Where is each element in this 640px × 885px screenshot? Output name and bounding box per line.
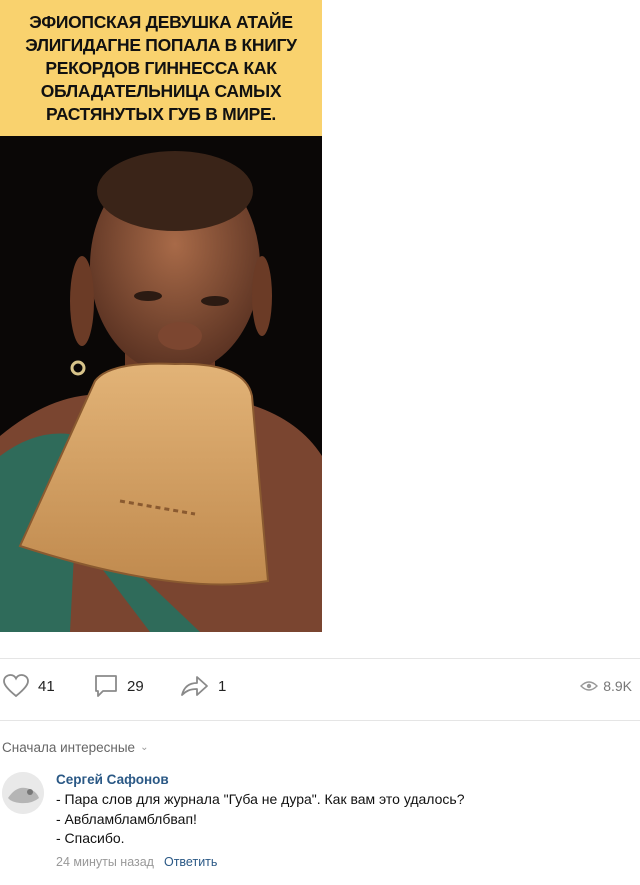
avatar[interactable]	[2, 772, 44, 814]
woman-photo	[0, 136, 322, 632]
comment-line: - Спасибо.	[56, 830, 125, 846]
views-count: 8.9K	[603, 678, 632, 694]
comment-item: Сергей Сафонов - Пара слов для журнала "…	[0, 770, 640, 880]
comment-timestamp[interactable]: 24 минуты назад	[56, 855, 154, 869]
post-actions: 41 29 1 8.9K	[0, 668, 640, 704]
share-button[interactable]: 1	[180, 674, 226, 698]
post-caption-banner: ЭФИОПСКАЯ ДЕВУШКА АТАЙЕ ЭЛИГИДАГНЕ ПОПАЛ…	[0, 0, 322, 136]
sort-label: Сначала интересные	[2, 740, 136, 755]
comment-count: 29	[127, 677, 144, 695]
share-icon	[181, 676, 208, 696]
reply-button[interactable]: Ответить	[164, 855, 217, 869]
comment-author-link[interactable]: Сергей Сафонов	[56, 770, 465, 790]
share-count: 1	[218, 677, 227, 695]
heart-icon	[3, 674, 29, 698]
views-counter: 8.9K	[580, 678, 632, 694]
comment-button[interactable]: 29	[93, 674, 144, 698]
avatar-image	[2, 772, 44, 814]
post-caption-text: ЭФИОПСКАЯ ДЕВУШКА АТАЙЕ ЭЛИГИДАГНЕ ПОПАЛ…	[25, 11, 297, 124]
like-button[interactable]: 41	[2, 674, 55, 698]
chevron-down-icon: ⌄	[140, 742, 149, 753]
eye-icon	[580, 681, 599, 691]
like-count: 41	[38, 677, 55, 695]
comment-meta: 24 минуты назад Ответить	[56, 855, 465, 869]
comment-body: Сергей Сафонов - Пара слов для журнала "…	[56, 770, 465, 869]
comment-text: - Пара слов для журнала "Губа не дура". …	[56, 790, 465, 849]
divider-comments	[0, 720, 640, 721]
comment-line: - Пара слов для журнала "Губа не дура". …	[56, 791, 465, 807]
divider-top	[0, 658, 640, 659]
post-image[interactable]: ЭФИОПСКАЯ ДЕВУШКА АТАЙЕ ЭЛИГИДАГНЕ ПОПАЛ…	[0, 0, 322, 632]
comment-line: - Авбламбламблбвап!	[56, 810, 197, 827]
comments-sort-dropdown[interactable]: Сначала интересные ⌄	[2, 740, 148, 755]
comment-icon	[95, 675, 117, 697]
